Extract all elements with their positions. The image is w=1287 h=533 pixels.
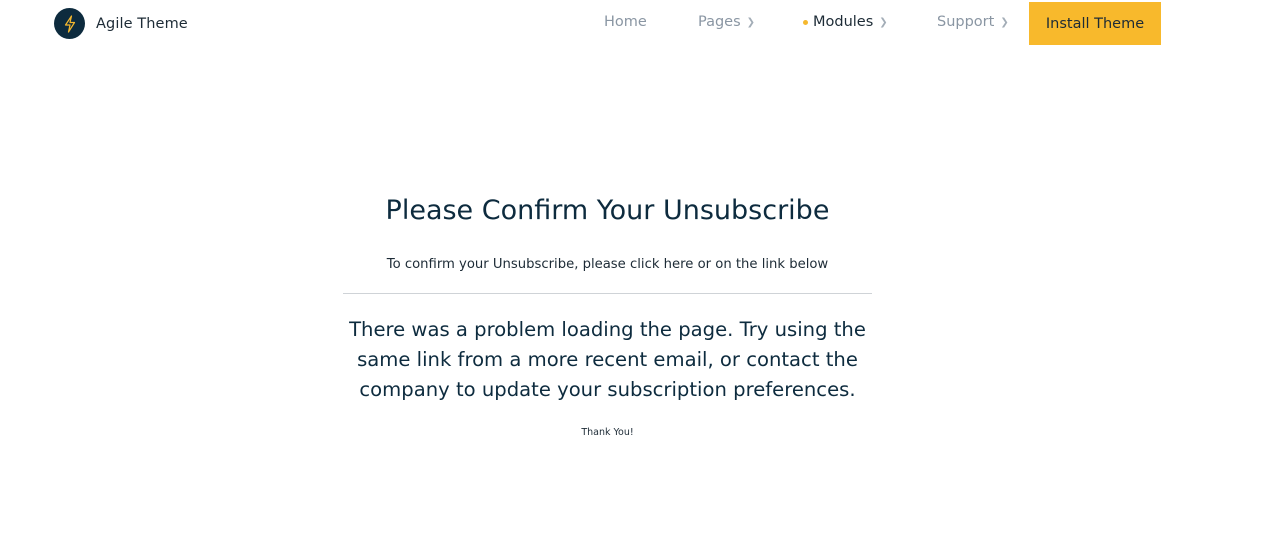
confirm-here-link[interactable]: here	[664, 257, 694, 272]
nav-item-modules[interactable]: Modules ❯	[803, 14, 888, 30]
instructions-text-before: To confirm your Unsubscribe, please clic…	[386, 257, 664, 272]
nav-item-label: Pages	[698, 14, 741, 30]
page-title: Please Confirm Your Unsubscribe	[385, 195, 830, 226]
lightning-bolt-icon	[54, 8, 85, 39]
chevron-right-icon: ❯	[746, 16, 756, 28]
thank-you-text: Thank You!	[581, 427, 634, 438]
error-message: There was a problem loading the page. Tr…	[349, 318, 866, 401]
nav-item-label: Support	[937, 14, 995, 30]
chevron-right-icon: ❯	[1000, 16, 1009, 28]
nav-item-support[interactable]: Support ❯	[937, 14, 1009, 30]
nav-item-label: Modules	[813, 14, 874, 30]
confirm-instructions: To confirm your Unsubscribe, please clic…	[343, 256, 872, 274]
nav-item-home[interactable]: Home	[604, 14, 647, 30]
site-header: Agile Theme Home Pages ❯ Modules ❯ Suppo…	[0, 0, 1287, 48]
chevron-right-icon: ❯	[879, 16, 888, 28]
divider	[343, 293, 872, 294]
active-indicator-dot	[803, 19, 808, 25]
install-theme-button[interactable]: Install Theme	[1029, 2, 1161, 45]
brand-name: Agile Theme	[96, 15, 188, 32]
nav-item-label: Home	[604, 14, 647, 30]
instructions-text-after: or on the link below	[693, 257, 829, 272]
brand-link[interactable]: Agile Theme	[54, 8, 188, 39]
nav-item-pages[interactable]: Pages ❯	[698, 14, 755, 30]
unsubscribe-content: Please Confirm Your Unsubscribe To confi…	[343, 190, 872, 438]
